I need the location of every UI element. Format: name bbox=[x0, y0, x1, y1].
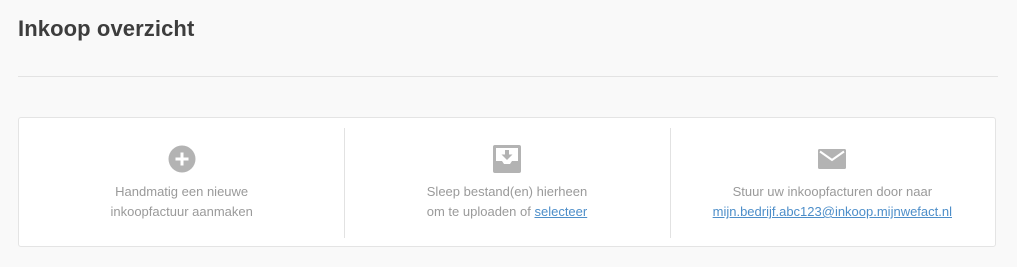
purchase-overview-page: Inkoop overzicht Handmatig een nieuwe in… bbox=[0, 0, 1017, 267]
purchase-email-address-link[interactable]: mijn.bedrijf.abc123@inkoop.mijnwefact.nl bbox=[713, 204, 952, 219]
envelope-icon bbox=[818, 149, 847, 169]
inbox-download-icon bbox=[492, 145, 521, 173]
manual-create-text: Handmatig een nieuwe inkoopfactuur aanma… bbox=[19, 182, 344, 222]
header-divider bbox=[18, 76, 998, 77]
page-title: Inkoop overzicht bbox=[18, 16, 195, 41]
manual-create-line1: Handmatig een nieuwe bbox=[115, 184, 249, 199]
upload-dropzone[interactable]: Sleep bestand(en) hierheen om te uploade… bbox=[344, 118, 669, 246]
select-file-link[interactable]: selecteer bbox=[534, 204, 587, 219]
email-forward-line1: Stuur uw inkoopfacturen door naar bbox=[732, 184, 933, 199]
upload-line2-prefix: om te uploaden of bbox=[426, 204, 535, 219]
email-forward-text: Stuur uw inkoopfacturen door naar mijn.b… bbox=[670, 182, 995, 222]
upload-text: Sleep bestand(en) hierheen om te uploade… bbox=[344, 182, 669, 222]
upload-line1: Sleep bestand(en) hierheen bbox=[426, 184, 588, 199]
email-address-line: mijn.bedrijf.abc123@inkoop.mijnwefact.nl bbox=[670, 202, 995, 222]
plus-circle-icon[interactable] bbox=[168, 145, 196, 173]
upload-line2: om te uploaden of selecteer bbox=[344, 202, 669, 222]
purchase-actions-panel: Handmatig een nieuwe inkoopfactuur aanma… bbox=[18, 117, 996, 247]
manual-create-action[interactable]: Handmatig een nieuwe inkoopfactuur aanma… bbox=[19, 118, 344, 246]
email-forward-action: Stuur uw inkoopfacturen door naar mijn.b… bbox=[669, 118, 995, 246]
manual-create-line2: inkoopfactuur aanmaken bbox=[110, 204, 253, 219]
